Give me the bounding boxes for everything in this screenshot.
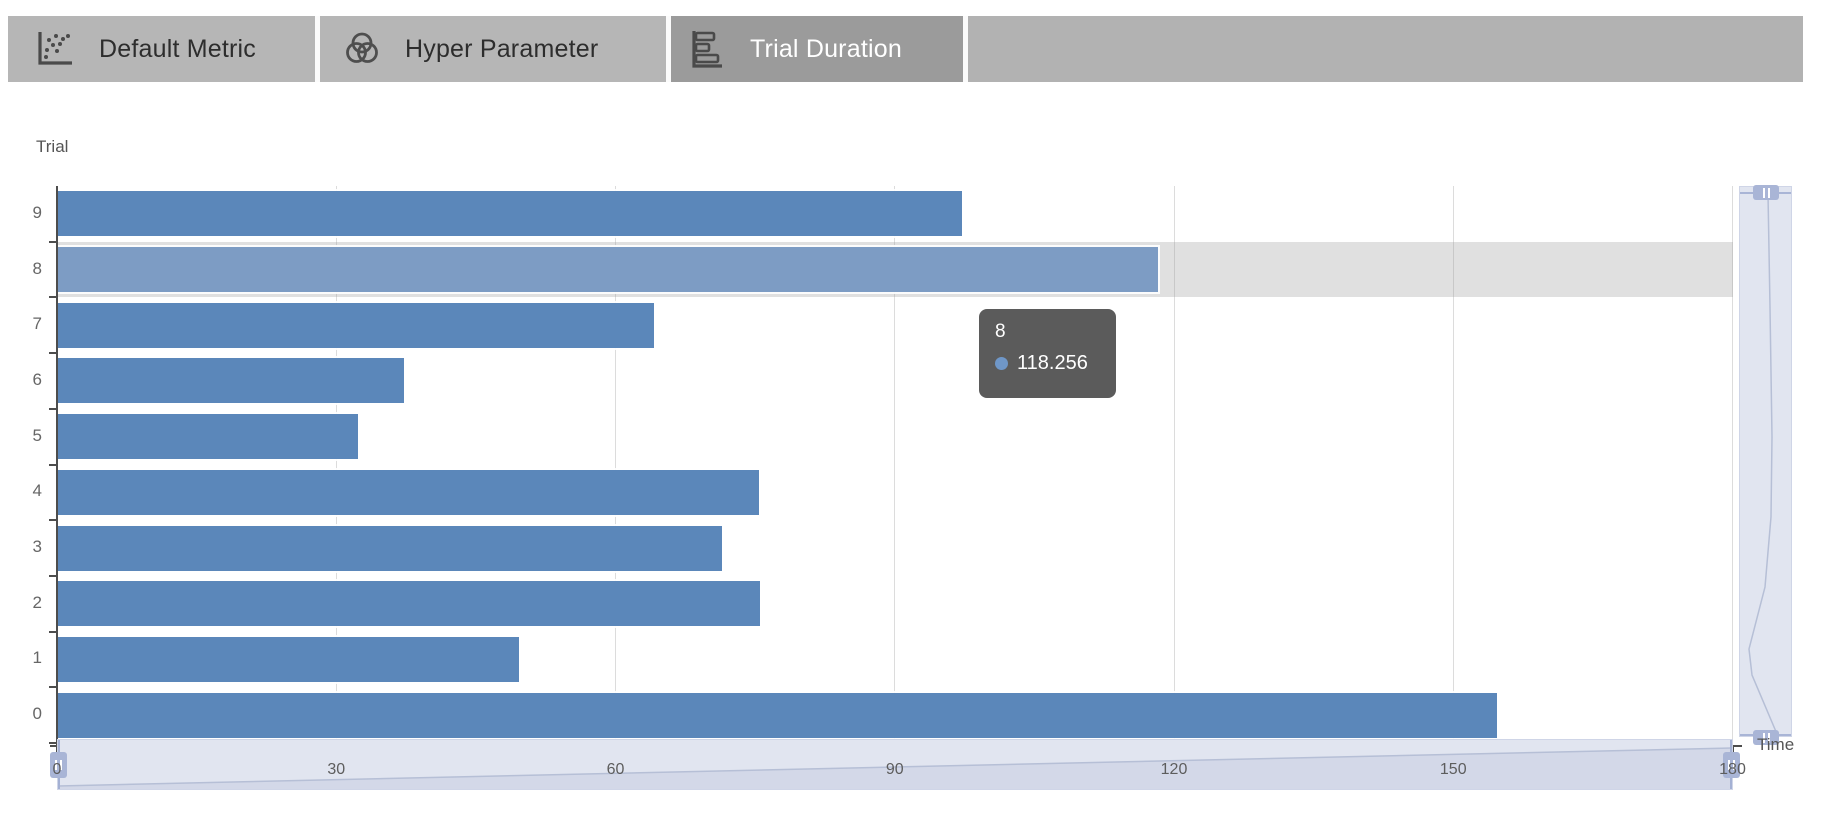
y-axis-tick xyxy=(49,686,57,688)
y-tick-label: 4 xyxy=(0,481,42,501)
bar-trial-5[interactable] xyxy=(58,414,358,459)
tooltip-trial-number: 8 xyxy=(995,321,1100,343)
x-tick-label: 60 xyxy=(607,761,625,779)
tab-label: Hyper Parameter xyxy=(405,35,598,64)
tooltip-value-row: 118.256 xyxy=(995,352,1100,375)
bar-trial-3[interactable] xyxy=(58,526,722,571)
y-axis-tick xyxy=(49,519,57,521)
x-tick-label: 90 xyxy=(886,761,904,779)
scatter-plot-icon xyxy=(35,30,75,68)
trial-duration-page: Default Metric Hyper Parameter xyxy=(0,0,1830,824)
x-tick-label: 120 xyxy=(1161,761,1188,779)
datazoom-data-shadow xyxy=(1740,187,1791,736)
bar-trial-6[interactable] xyxy=(58,358,404,403)
tooltip: 8 118.256 xyxy=(979,309,1116,398)
horizontal-bars-icon xyxy=(688,29,726,69)
y-tick-label: 5 xyxy=(0,426,42,446)
tab-default-metric[interactable]: Default Metric xyxy=(8,16,320,82)
bar-trial-4[interactable] xyxy=(58,470,759,515)
y-axis-tick xyxy=(49,631,57,633)
y-tick-label: 2 xyxy=(0,593,42,613)
y-axis-tick xyxy=(49,352,57,354)
bar-trial-7[interactable] xyxy=(58,303,654,348)
vertical-datazoom-slider[interactable] xyxy=(1739,186,1792,737)
bar-trial-9[interactable] xyxy=(58,191,962,236)
y-tick-label: 8 xyxy=(0,259,42,279)
y-axis-tick xyxy=(49,296,57,298)
y-tick-label: 9 xyxy=(0,203,42,223)
tab-label: Trial Duration xyxy=(750,35,902,64)
x-tick-label: 150 xyxy=(1440,761,1467,779)
y-tick-label: 3 xyxy=(0,537,42,557)
tab-label: Default Metric xyxy=(99,35,256,64)
y-axis-tick xyxy=(49,464,57,466)
x-axis-title: Time xyxy=(1757,735,1794,755)
bar-trial-1[interactable] xyxy=(58,637,519,682)
x-tick-label: 180 xyxy=(1719,761,1746,779)
y-tick-label: 7 xyxy=(0,314,42,334)
x-tick-label: 0 xyxy=(53,761,62,779)
y-axis-tick xyxy=(49,575,57,577)
y-axis-tick xyxy=(49,408,57,410)
tab-trial-duration[interactable]: Trial Duration xyxy=(671,16,968,82)
datazoom-top-handle[interactable] xyxy=(1753,185,1779,200)
y-axis-line xyxy=(56,186,58,745)
x-tick-label: 30 xyxy=(327,761,345,779)
tooltip-value: 118.256 xyxy=(1017,352,1088,375)
series-marker-dot xyxy=(995,357,1008,370)
y-axis-tick xyxy=(49,241,57,243)
y-axis-title: Trial xyxy=(36,137,68,157)
venn-circles-icon xyxy=(343,31,381,67)
y-axis-tick xyxy=(49,742,57,744)
y-tick-label: 1 xyxy=(0,648,42,668)
bar-trial-0[interactable] xyxy=(58,693,1497,738)
bar-trial-8[interactable] xyxy=(58,247,1158,292)
tab-hyper-parameter[interactable]: Hyper Parameter xyxy=(320,16,671,82)
bar-trial-2[interactable] xyxy=(58,581,760,626)
y-tick-label: 0 xyxy=(0,704,42,724)
tab-bar: Default Metric Hyper Parameter xyxy=(8,16,1803,82)
y-tick-label: 6 xyxy=(0,370,42,390)
tab-bar-filler xyxy=(968,16,1803,82)
